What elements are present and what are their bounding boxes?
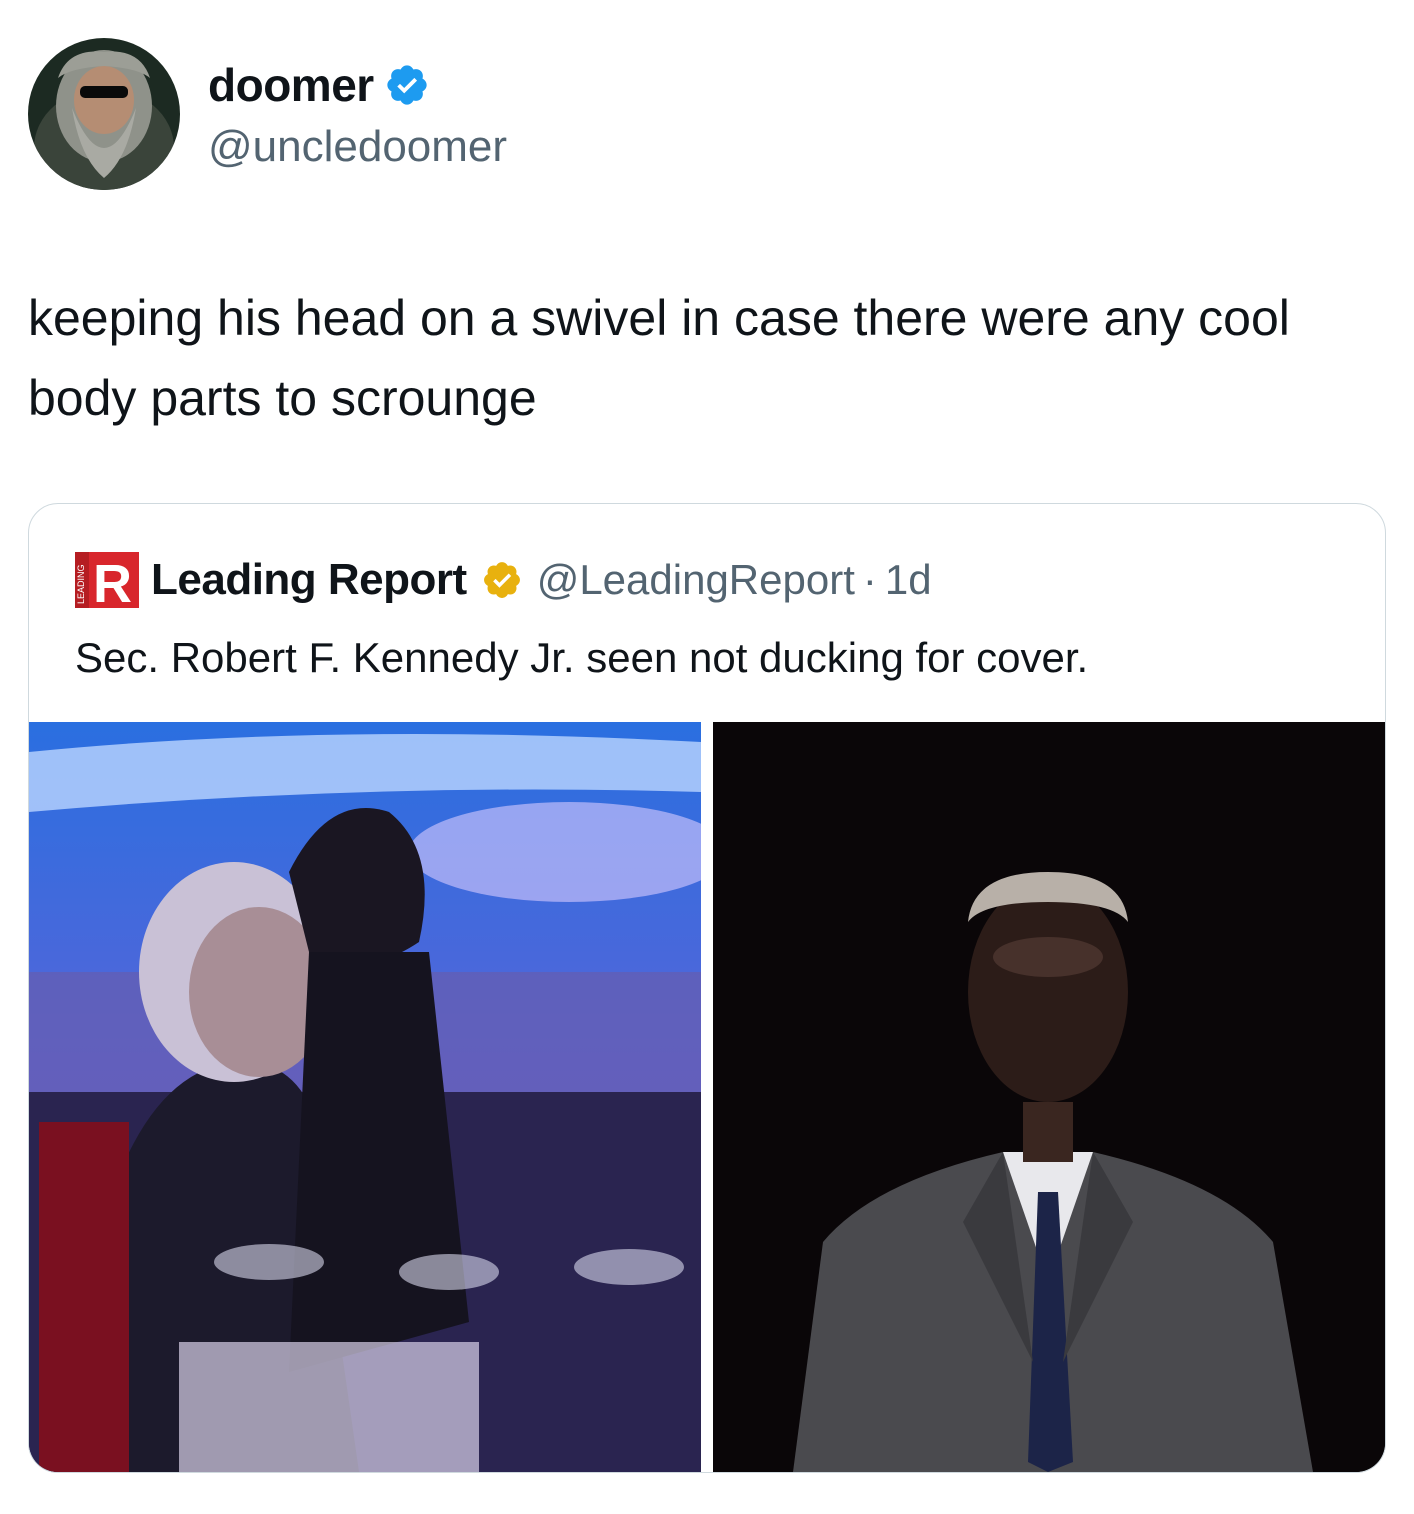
tweet-text: keeping his head on a swivel in case the… [28,290,1290,426]
quoted-tweet-media [29,722,1385,1472]
author-handle[interactable]: @uncledoomer [208,122,507,172]
bearded-man-sunglasses-icon [28,38,180,190]
quoted-tweet-header: LEADING R Leading Report @LeadingReport … [75,552,932,608]
man-in-suit-dark-photo-icon [713,722,1385,1472]
quoted-tweet-time[interactable]: 1d [885,556,932,604]
media-image-portrait[interactable] [713,722,1385,1472]
media-image-banquet[interactable] [29,722,701,1472]
media-divider [701,722,713,1472]
quoted-author-name[interactable]: Leading Report [151,555,467,605]
separator-dot: · [862,556,877,603]
verified-badge-icon [387,65,427,105]
tweet-header: doomer @uncledoomer [28,38,828,192]
leading-report-logo-icon[interactable]: LEADING R [75,552,139,608]
quoted-tweet-text: Sec. Robert F. Kennedy Jr. seen not duck… [75,634,1089,681]
logo-side-text: LEADING [76,564,86,604]
author-avatar[interactable] [28,38,180,190]
logo-letter: R [93,554,132,608]
quoted-author-handle[interactable]: @LeadingReport [537,556,855,604]
gold-verified-badge-icon [483,562,520,598]
author-display-name[interactable]: doomer [208,58,374,112]
quoted-tweet-card[interactable]: LEADING R Leading Report @LeadingReport … [28,503,1386,1473]
banquet-hall-photo-icon [29,722,701,1472]
